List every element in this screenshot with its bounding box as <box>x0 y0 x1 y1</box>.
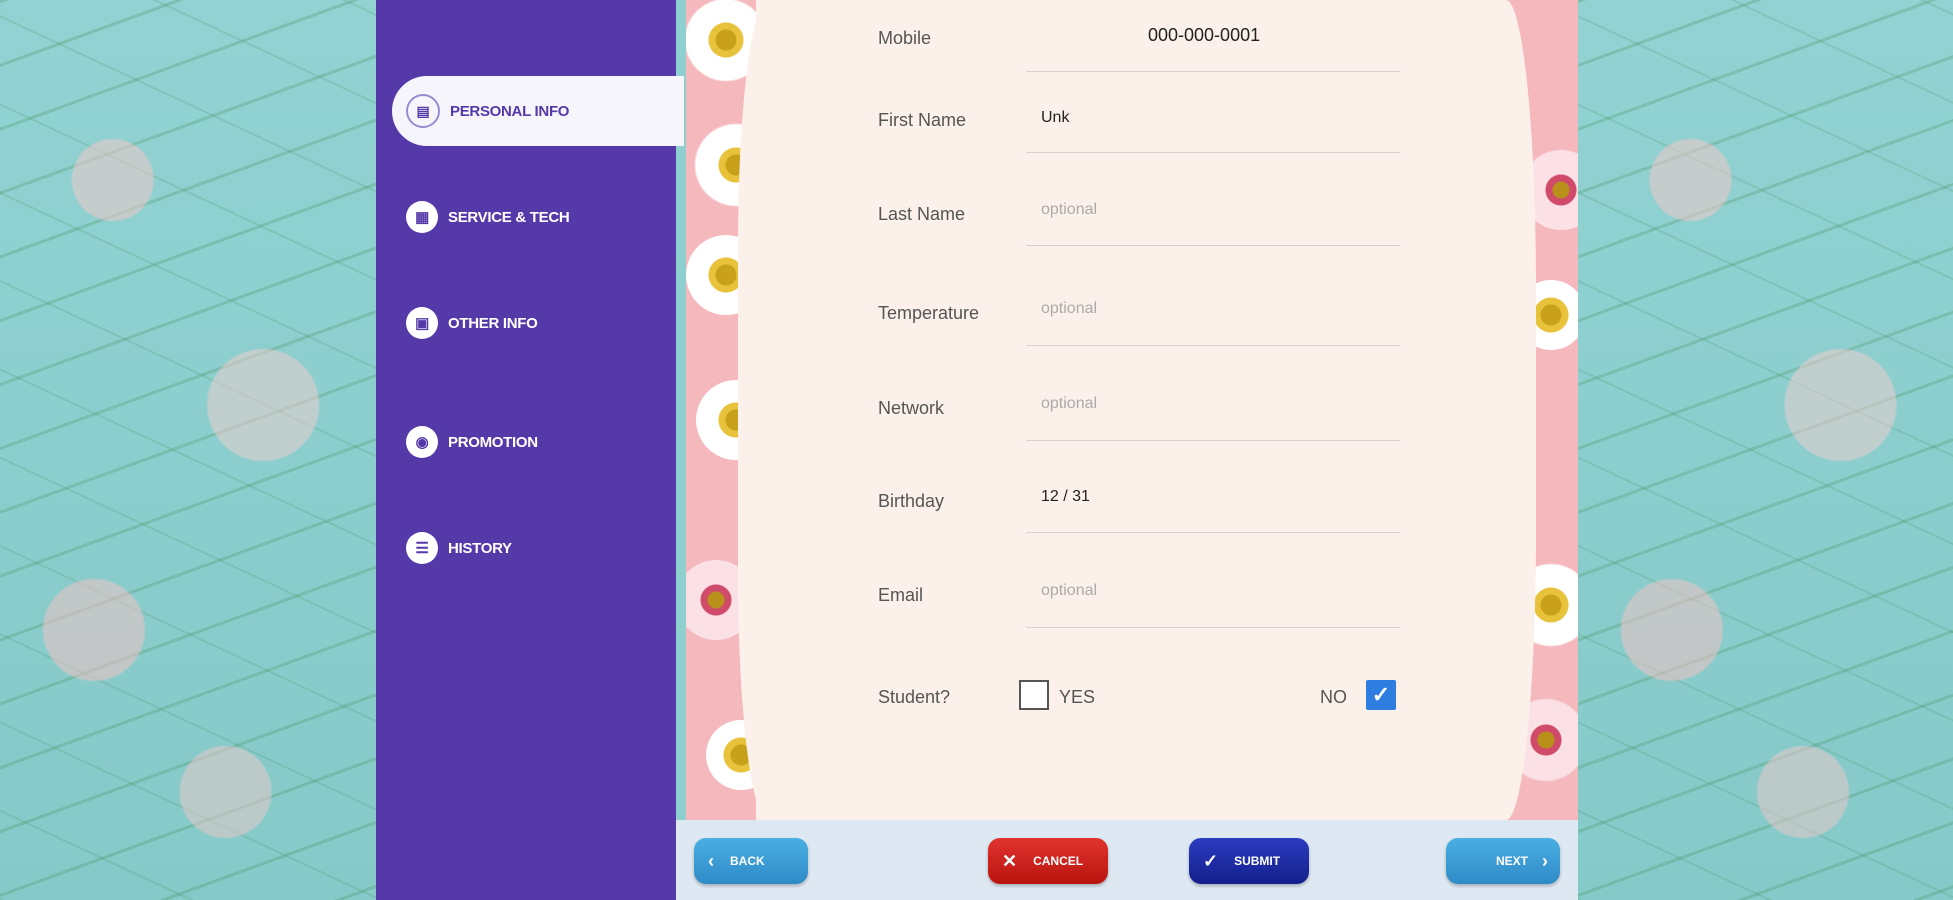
chevron-right-icon: › <box>1542 850 1548 871</box>
sidebar-item-history[interactable]: ☰ HISTORY <box>406 522 512 574</box>
id-card-icon: ▤ <box>406 94 440 128</box>
network-field[interactable]: optional <box>1041 395 1097 413</box>
email-row: Email optional <box>878 577 1400 637</box>
student-no-label: NO <box>1320 687 1347 707</box>
info-icon: ▣ <box>406 307 438 339</box>
field-underline <box>1026 627 1400 628</box>
back-label: BACK <box>730 854 765 868</box>
network-row: Network optional <box>878 390 1400 450</box>
next-button[interactable]: NEXT › <box>1446 838 1560 884</box>
back-button[interactable]: ‹ BACK <box>694 838 808 884</box>
services-icon: ▦ <box>406 201 438 233</box>
sidebar-item-personal-info[interactable]: ▤ PERSONAL INFO <box>392 76 684 146</box>
network-label: Network <box>878 398 945 418</box>
email-field[interactable]: optional <box>1041 582 1097 600</box>
sidebar-item-service-tech[interactable]: ▦ SERVICE & TECH <box>406 191 570 243</box>
floral-background-right <box>1578 0 1953 900</box>
close-icon: ✕ <box>1002 850 1018 871</box>
field-underline <box>1026 245 1400 246</box>
sidebar-item-other-info[interactable]: ▣ OTHER INFO <box>406 297 538 349</box>
temperature-label: Temperature <box>878 303 980 323</box>
email-label: Email <box>878 585 924 605</box>
field-underline <box>1026 71 1400 72</box>
last-name-row: Last Name optional <box>878 196 1400 256</box>
temperature-row: Temperature optional <box>878 295 1400 355</box>
action-bar <box>676 820 1578 900</box>
next-label: NEXT <box>1495 854 1528 868</box>
mobile-row: Mobile 000-000-0001 <box>878 20 1400 80</box>
student-label: Student? <box>878 687 951 707</box>
cancel-button[interactable]: ✕ CANCEL <box>988 838 1108 884</box>
temperature-field[interactable]: optional <box>1041 300 1097 318</box>
student-yes-checkbox[interactable] <box>1019 680 1049 710</box>
floral-background-left <box>0 0 376 900</box>
birthday-label: Birthday <box>878 491 945 511</box>
birthday-field[interactable]: 12 / 31 <box>1041 488 1090 506</box>
paper-edge <box>1476 0 1536 820</box>
first-name-label: First Name <box>878 110 967 130</box>
field-underline <box>1026 345 1400 346</box>
field-underline <box>1026 152 1400 153</box>
promotion-icon: ◉ <box>406 426 438 458</box>
last-name-field[interactable]: optional <box>1041 201 1097 219</box>
sidebar-item-label: PERSONAL INFO <box>450 102 570 120</box>
field-underline <box>1026 532 1400 533</box>
submit-label: SUBMIT <box>1234 854 1281 868</box>
sidebar-item-promotion[interactable]: ◉ PROMOTION <box>406 416 538 468</box>
sidebar-item-label: PROMOTION <box>448 433 538 451</box>
mobile-value[interactable]: 000-000-0001 <box>1148 25 1260 46</box>
cancel-label: CANCEL <box>1033 854 1084 868</box>
student-yes-label: YES <box>1059 687 1096 707</box>
checkmark-icon: ✓ <box>1203 850 1219 871</box>
first-name-field[interactable]: Unk <box>1041 109 1069 127</box>
mobile-label: Mobile <box>878 28 932 48</box>
chevron-left-icon: ‹ <box>708 850 714 871</box>
student-row: Student? YES NO ✓ <box>878 678 1398 738</box>
sidebar-item-label: HISTORY <box>448 539 512 557</box>
field-underline <box>1026 440 1400 441</box>
checkmark-icon: ✓ <box>1371 682 1391 707</box>
sidebar-item-label: SERVICE & TECH <box>448 208 570 226</box>
first-name-row: First Name Unk <box>878 102 1400 162</box>
student-no-checkbox[interactable]: ✓ <box>1366 680 1396 710</box>
sidebar-item-label: OTHER INFO <box>448 314 538 332</box>
birthday-row: Birthday 12 / 31 <box>878 483 1400 543</box>
last-name-label: Last Name <box>878 204 966 224</box>
submit-button[interactable]: ✓ SUBMIT <box>1189 838 1309 884</box>
history-list-icon: ☰ <box>406 532 438 564</box>
